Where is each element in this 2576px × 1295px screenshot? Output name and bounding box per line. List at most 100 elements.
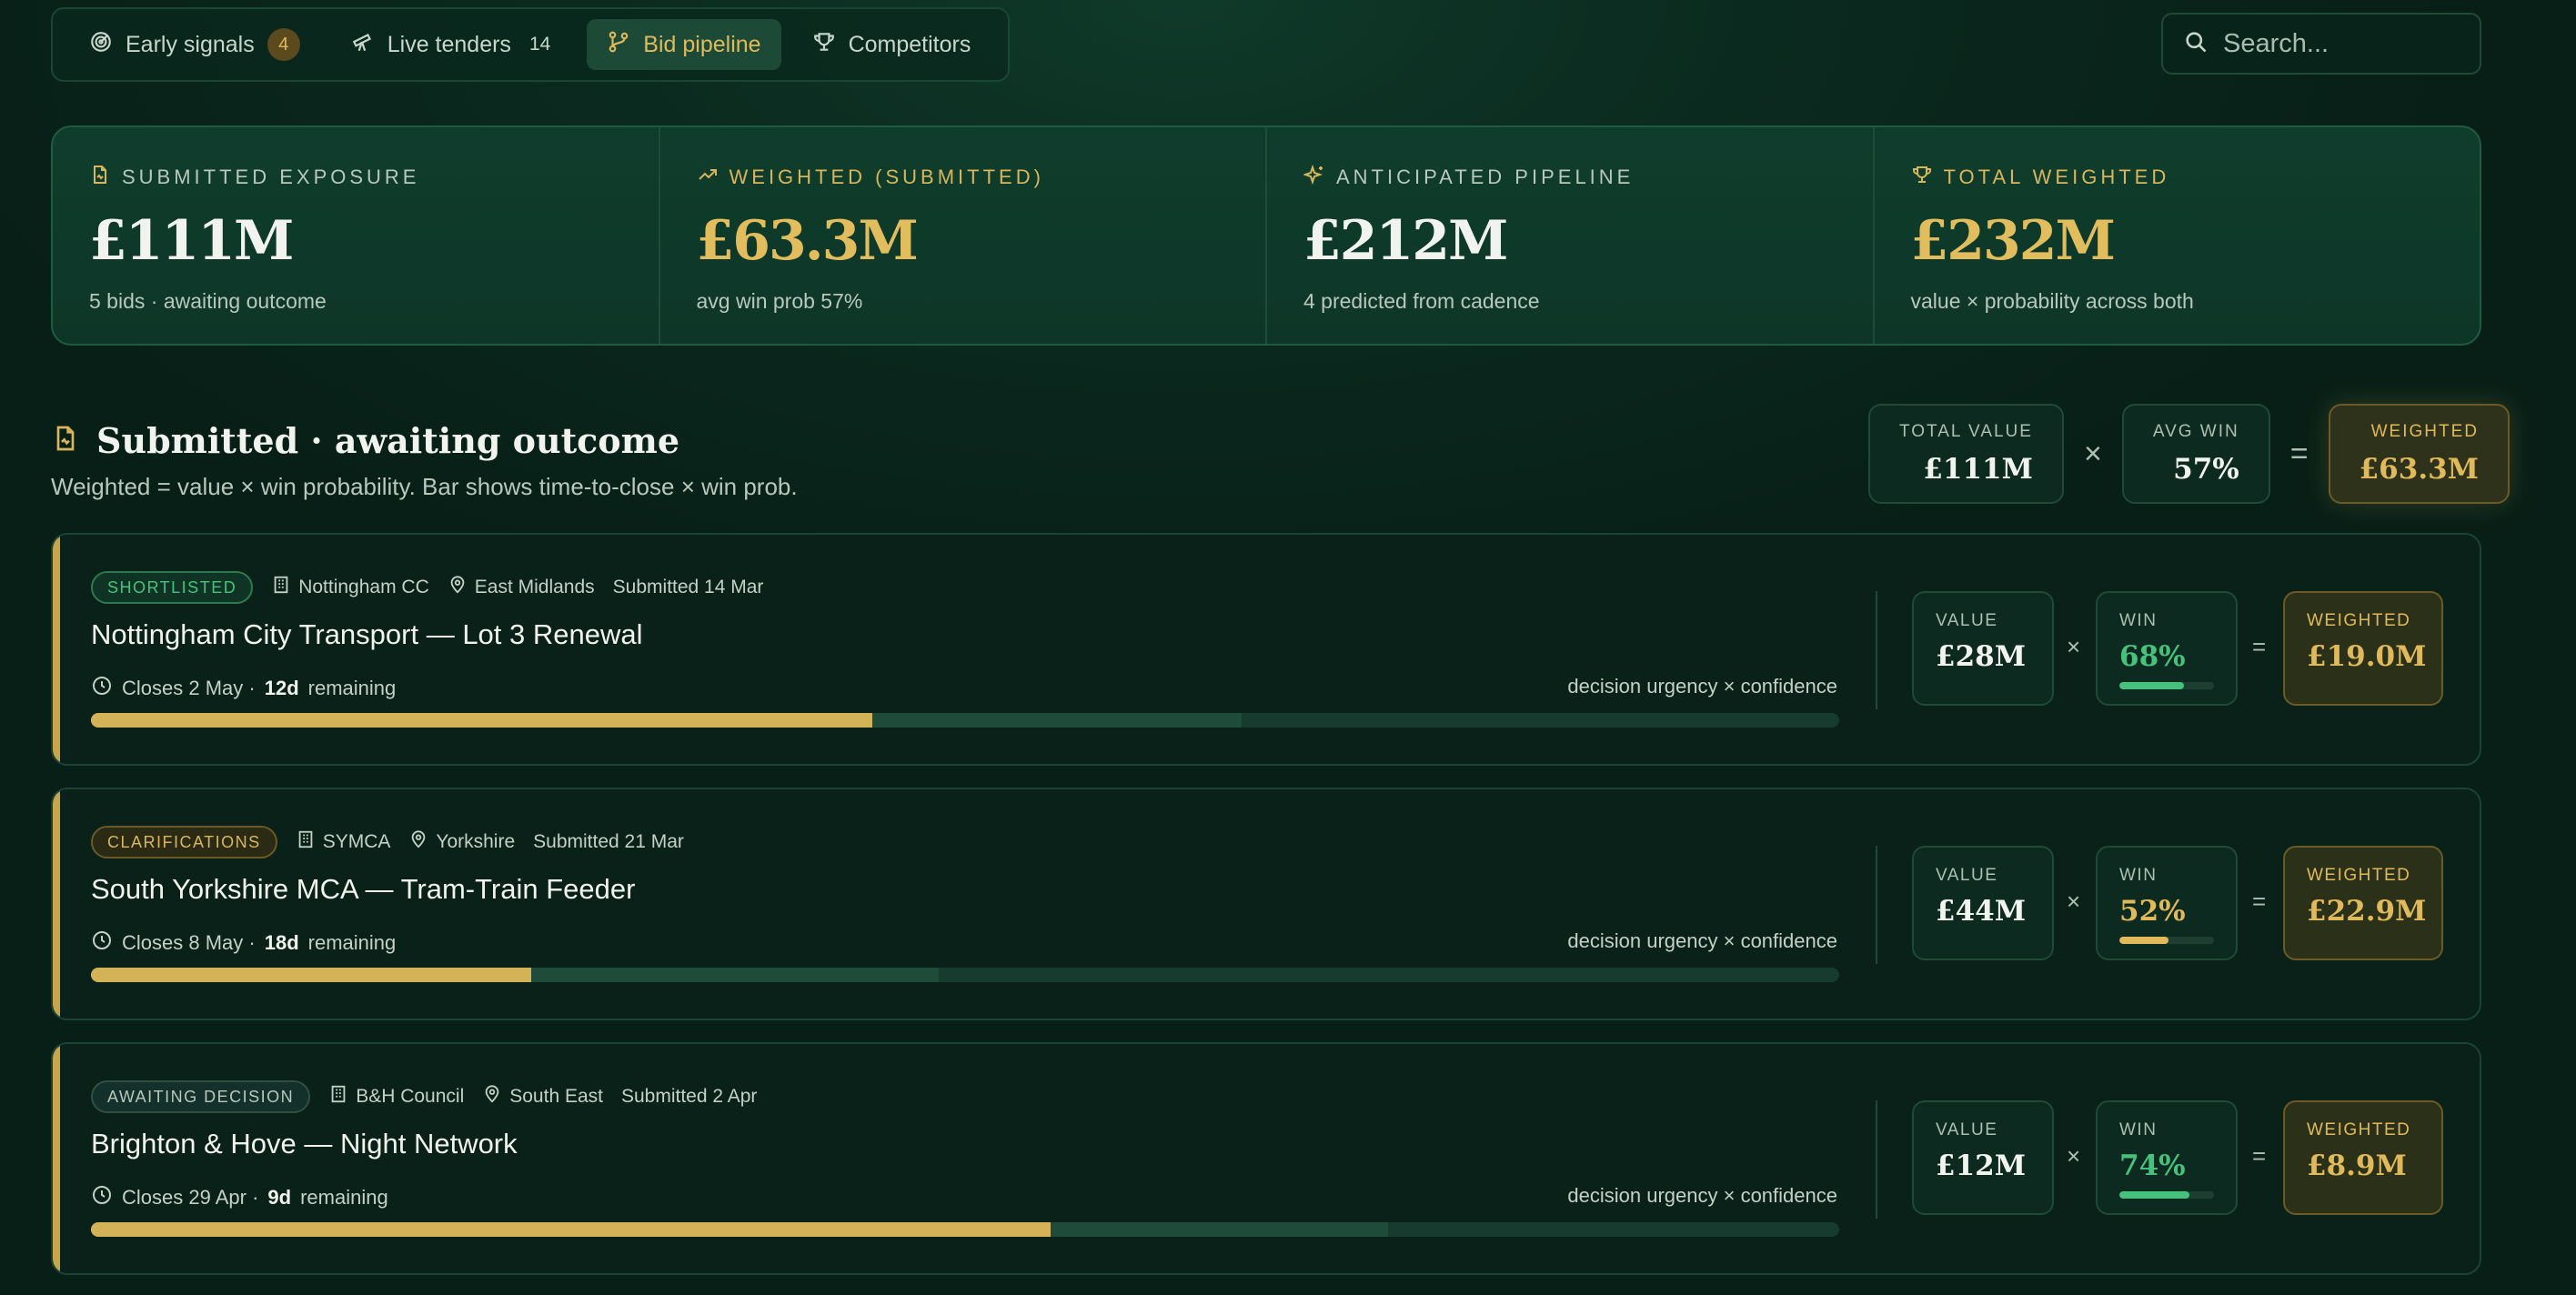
trending-up-icon <box>697 164 719 191</box>
bid-meta: AWAITING DECISION B&H Council South East… <box>91 1080 757 1113</box>
win-mini-bar <box>2119 682 2214 689</box>
win-percent: 52% <box>2119 895 2186 928</box>
tab-label: Live tenders <box>387 31 511 57</box>
times-operator: × <box>2067 1142 2081 1170</box>
win-label: WIN <box>2119 1120 2158 1139</box>
region-name: Yorkshire <box>436 831 516 852</box>
urgency-bar-fill <box>91 713 873 728</box>
value-amount: £28M <box>1936 640 2027 673</box>
pipeline-nav: Early signals 4 Live tenders 14 Bid pipe… <box>51 7 1010 82</box>
file-signature-icon <box>89 164 111 191</box>
tab-live-tenders[interactable]: Live tenders 14 <box>331 19 577 70</box>
bid-meta: SHORTLISTED Nottingham CC East Midlands … <box>91 571 763 604</box>
stat-subtext: avg win prob 57% <box>696 289 863 313</box>
days-remaining: 18d <box>264 931 299 954</box>
region-name: South East <box>509 1086 603 1107</box>
total-value-box: TOTAL VALUE £111M <box>1868 404 2064 504</box>
close-date: Closes 29 Apr · <box>122 1186 259 1209</box>
weighted-amount: £22.9M <box>2307 895 2427 928</box>
section-subtitle: Weighted = value × win probability. Bar … <box>51 473 798 500</box>
bid-card[interactable]: SHORTLISTED Nottingham CC East Midlands … <box>51 533 2481 766</box>
region-name: East Midlands <box>474 577 595 597</box>
win-mini-fill <box>2119 682 2184 689</box>
win-box: WIN 74% <box>2096 1100 2238 1215</box>
stat-subtext: 4 predicted from cadence <box>1303 289 1540 313</box>
value-amount: £44M <box>1936 895 2027 928</box>
urgency-bar <box>91 968 1839 982</box>
value-label: VALUE <box>1936 1120 1998 1139</box>
close-info: Closes 29 Apr · 9d remaining <box>91 1184 388 1211</box>
clock-icon <box>91 1184 113 1211</box>
win-mini-bar <box>2119 1191 2214 1199</box>
equals-operator: = <box>2252 1142 2267 1170</box>
urgency-bar-fill <box>91 1222 1052 1237</box>
remaining-label: remaining <box>307 931 397 954</box>
trophy-icon <box>1911 164 1933 191</box>
stat-value: £232M <box>1910 209 2116 273</box>
days-remaining: 9d <box>267 1186 292 1209</box>
tab-early-signals[interactable]: Early signals 4 <box>69 19 320 70</box>
win-mini-fill <box>2119 1191 2189 1199</box>
equals-operator: = <box>2252 888 2267 915</box>
win-mini-fill <box>2119 937 2169 944</box>
file-signature-icon <box>51 424 80 457</box>
tab-competitors[interactable]: Competitors <box>792 19 991 70</box>
equals-operator: = <box>2252 633 2267 660</box>
bid-title[interactable]: Nottingham City Transport — Lot 3 Renewa… <box>91 618 643 651</box>
urgency-label: decision urgency × confidence <box>1567 675 1837 698</box>
search-box[interactable] <box>2161 13 2481 75</box>
weighted-box: WEIGHTED £19.0M <box>2283 591 2443 706</box>
building-icon <box>328 1084 348 1109</box>
submitted-date: Submitted 21 Mar <box>533 831 684 852</box>
divider <box>1876 591 1877 709</box>
search-icon <box>2183 29 2209 59</box>
bid-card[interactable]: CLARIFICATIONS SYMCA Yorkshire Submitted… <box>51 788 2481 1020</box>
bid-meta: CLARIFICATIONS SYMCA Yorkshire Submitted… <box>91 826 684 858</box>
formula-label: TOTAL VALUE <box>1899 422 2033 441</box>
win-percent: 74% <box>2119 1149 2186 1182</box>
count-badge: 4 <box>267 28 300 61</box>
close-info: Closes 8 May · 18d remaining <box>91 929 396 957</box>
weighted-label: WEIGHTED <box>2307 866 2411 885</box>
formula-label: WEIGHTED <box>2370 422 2479 441</box>
times-operator: × <box>2067 633 2081 660</box>
status-badge: SHORTLISTED <box>91 571 254 604</box>
section-title: Submitted · awaiting outcome <box>96 420 680 461</box>
win-box: WIN 52% <box>2096 846 2238 960</box>
formula-value: £63.3M <box>2359 453 2479 486</box>
submitted-date: Submitted 2 Apr <box>620 1086 758 1107</box>
win-mini-bar <box>2119 937 2214 944</box>
stat-label: ANTICIPATED PIPELINE <box>1336 166 1635 188</box>
times-operator: × <box>2067 888 2081 915</box>
map-pin-icon <box>408 829 428 855</box>
bid-card[interactable]: AWAITING DECISION B&H Council South East… <box>51 1042 2481 1275</box>
count-badge: 14 <box>528 34 551 55</box>
remaining-label: remaining <box>307 677 397 699</box>
close-date: Closes 8 May · <box>122 931 256 954</box>
value-box: VALUE £44M <box>1912 846 2054 960</box>
stat-subtext: value × probability across both <box>1910 289 2194 313</box>
search-input[interactable] <box>2223 28 2460 59</box>
tab-bid-pipeline[interactable]: Bid pipeline <box>587 19 781 70</box>
buyer-name: B&H Council <box>356 1086 465 1107</box>
value-box: VALUE £28M <box>1912 591 2054 706</box>
win-label: WIN <box>2119 866 2158 885</box>
bid-title[interactable]: South Yorkshire MCA — Tram-Train Feeder <box>91 873 635 906</box>
bid-title[interactable]: Brighton & Hove — Night Network <box>91 1128 518 1160</box>
summary-stats: SUBMITTED EXPOSURE £111M 5 bids · awaiti… <box>51 125 2481 346</box>
trophy-icon <box>812 30 836 60</box>
value-label: VALUE <box>1936 611 1998 630</box>
buyer-name: SYMCA <box>322 831 391 852</box>
remaining-label: remaining <box>300 1186 388 1209</box>
value-box: VALUE £12M <box>1912 1100 2054 1215</box>
stat-value: £63.3M <box>696 209 919 273</box>
weighted-amount: £8.9M <box>2307 1149 2407 1182</box>
formula-label: AVG WIN <box>2152 422 2239 441</box>
weighted-box: WEIGHTED £63.3M <box>2328 404 2510 504</box>
radar-icon <box>89 30 113 60</box>
weighted-box: WEIGHTED £22.9M <box>2283 846 2443 960</box>
sparkles-icon <box>1302 164 1325 191</box>
equals-operator: = <box>2289 436 2309 471</box>
value-label: VALUE <box>1936 866 1998 885</box>
tab-label: Bid pipeline <box>643 31 761 57</box>
